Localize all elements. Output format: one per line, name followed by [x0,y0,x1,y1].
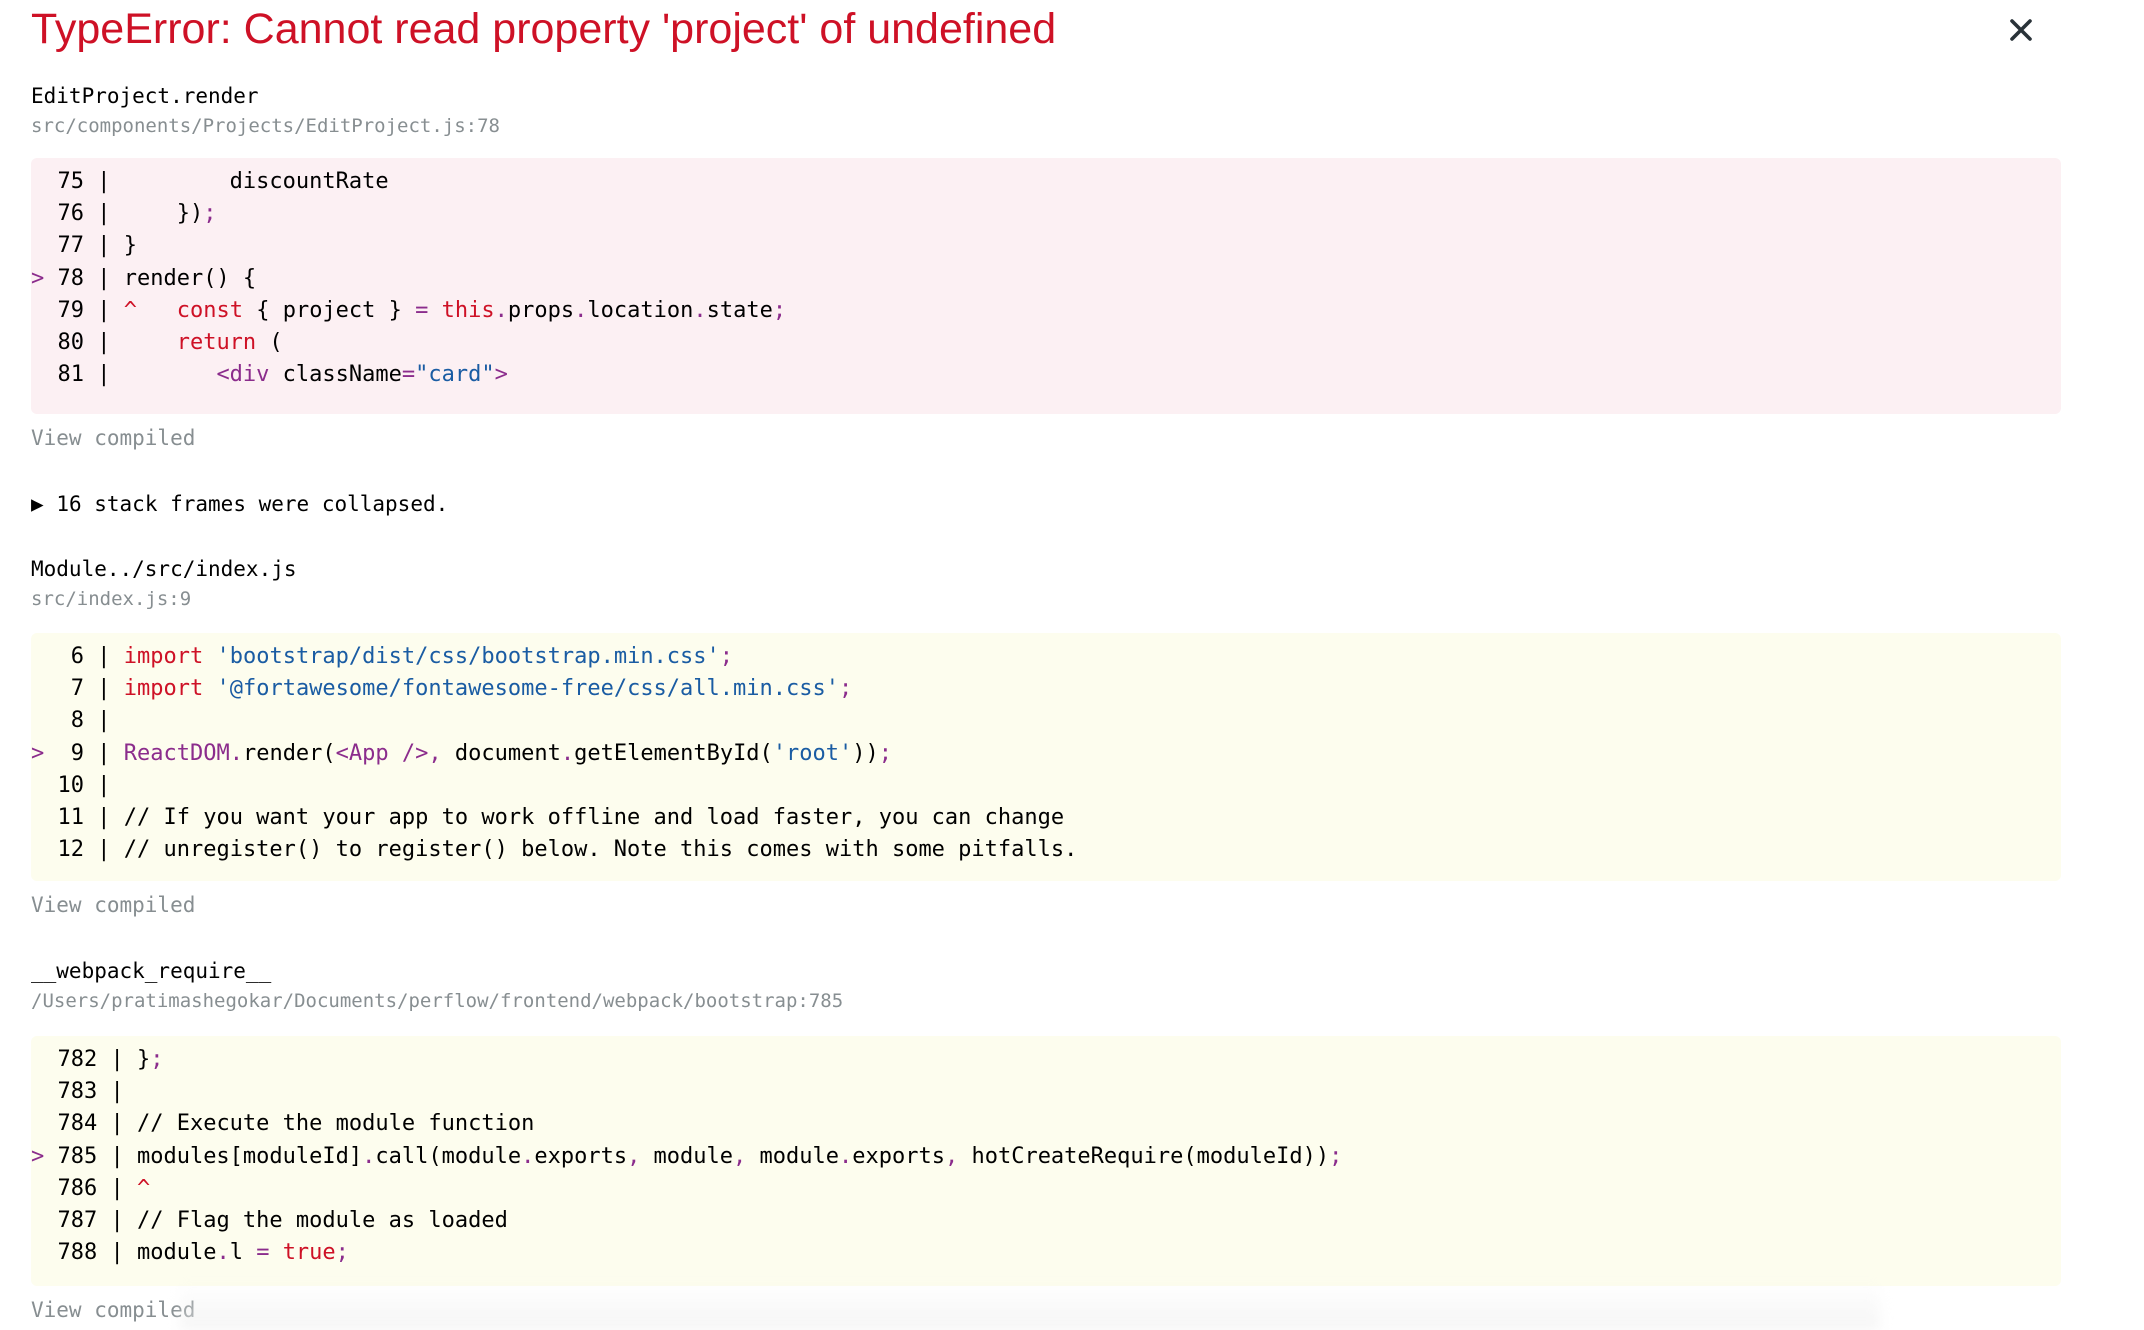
current-line-marker [31,1047,44,1072]
stack-frame-name: Module../src/index.js [31,557,297,581]
code-line: 784 | // Execute the module function [31,1108,2061,1140]
current-line-marker [31,773,44,798]
stack-frame-name: EditProject.render [31,84,259,108]
view-compiled-link[interactable]: View compiled [31,891,195,919]
code-line: 788 | module.l = true; [31,1237,2061,1269]
code-line: 787 | // Flag the module as loaded [31,1205,2061,1237]
code-line: 81 | <div className="card"> [31,359,2061,391]
current-line-marker [31,708,44,733]
current-line-marker [31,201,44,226]
code-line: 782 | }; [31,1044,2061,1076]
current-line-marker: > [31,1143,45,1169]
collapsed-frames-toggle[interactable]: ▶ 16 stack frames were collapsed. [31,490,448,518]
code-line: 12 | // unregister() to register() below… [31,834,2061,866]
current-line-marker [31,1111,44,1136]
close-button[interactable] [1999,8,2043,52]
code-line: 786 | ^ [31,1173,2061,1205]
current-line-marker [31,1079,44,1104]
current-line-marker [31,1176,44,1201]
code-line: 77 | } [31,230,2061,262]
code-block: 75 | discountRate 76 | }); 77 | } > 78 | … [31,158,2061,414]
bottom-shadow [180,1282,1880,1330]
current-line-marker [31,837,44,862]
current-line-marker [31,298,44,323]
stack-frame-file: /Users/pratimashegokar/Documents/perflow… [31,990,844,1012]
code-block: 6 | import 'bootstrap/dist/css/bootstrap… [31,633,2061,881]
current-line-marker: > [31,740,45,766]
error-overlay: TypeError: Cannot read property 'project… [31,0,2061,1330]
view-compiled-link[interactable]: View compiled [31,424,195,452]
code-line: 783 | [31,1076,2061,1108]
code-line: 80 | return ( [31,327,2061,359]
stack-frame-file: src/index.js:9 [31,588,192,610]
stack-frame-name: __webpack_require__ [31,959,272,983]
current-line-marker [31,1240,44,1265]
code-line: 79 | ^ const { project } = this.props.lo… [31,295,2061,327]
expand-arrow-icon: ▶ [31,492,44,516]
code-line: 7 | import '@fortawesome/fontawesome-fre… [31,673,2061,705]
code-line: 75 | discountRate [31,166,2061,198]
code-line: 11 | // If you want your app to work off… [31,802,2061,834]
current-line-marker [31,233,44,258]
current-line-marker [31,362,44,387]
code-line: > 78 | render() { [31,265,257,291]
error-title: TypeError: Cannot read property 'project… [31,5,1057,53]
current-line-marker [31,330,44,355]
stack-frame-file: src/components/Projects/EditProject.js:7… [31,115,500,137]
view-compiled-link[interactable]: View compiled [31,1296,195,1324]
code-line: > 785 | modules[moduleId].call(module.ex… [31,1143,1343,1169]
current-line-marker: > [31,265,45,291]
current-line-marker [31,169,44,194]
code-line: 10 | [31,770,2061,802]
current-line-marker [31,1208,44,1233]
code-line: > 9 | ReactDOM.render(<App />, document.… [31,740,893,766]
code-line: 76 | }); [31,198,2061,230]
close-icon [2010,19,2032,41]
current-line-marker [31,644,44,669]
current-line-marker [31,676,44,701]
code-line: 8 | [31,705,2061,737]
code-block: 782 | }; 783 | 784 | // Execute the modu… [31,1036,2061,1286]
code-line: 6 | import 'bootstrap/dist/css/bootstrap… [31,641,2061,673]
current-line-marker [31,805,44,830]
collapsed-frames-label: 16 stack frames were collapsed. [56,492,449,516]
